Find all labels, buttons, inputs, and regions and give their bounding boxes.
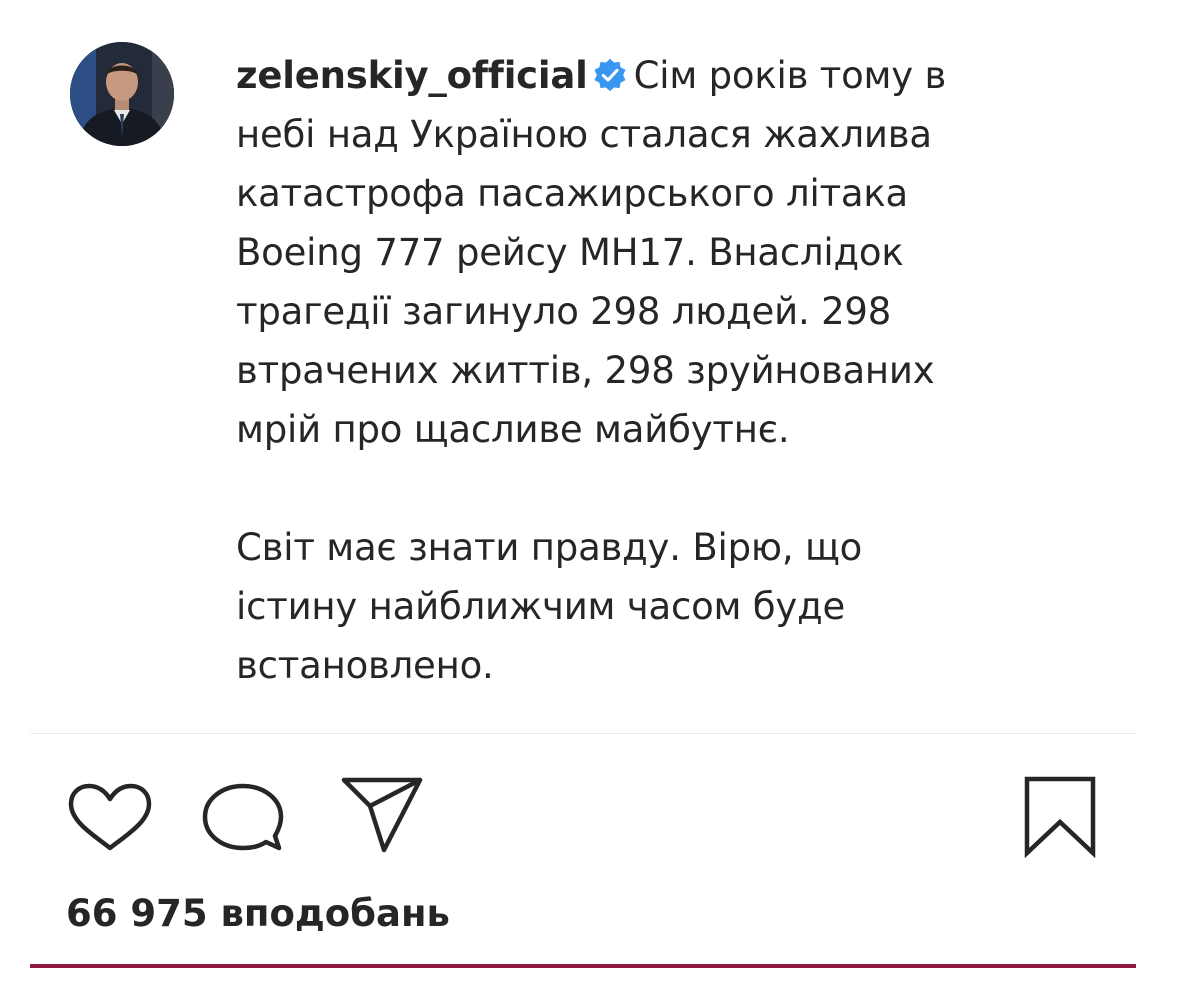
username-link[interactable]: zelenskiy_official — [236, 54, 588, 97]
like-button[interactable] — [65, 782, 155, 854]
caption-line: трагедії загинуло 298 людей. 298 — [236, 290, 892, 333]
divider — [30, 733, 1136, 734]
caption-line: Світ має знати правду. Вірю, що — [236, 526, 863, 569]
comment-bubble-icon — [202, 783, 284, 851]
caption-line: встановлено. — [236, 644, 494, 687]
likes-count[interactable]: 66 975 вподобань — [66, 892, 450, 935]
caption-line: істину найближчим часом буде — [236, 585, 846, 628]
verified-badge-icon — [594, 58, 626, 92]
caption-line: zelenskiy_official Сім років тому в — [236, 46, 1056, 105]
caption-line: втрачених життів, 298 зруйнованих — [236, 349, 935, 392]
caption-line: небі над Україною сталася жахлива — [236, 113, 932, 156]
caption-line: Boeing 777 рейсу МН17. Внаслідок — [236, 231, 904, 274]
avatar[interactable] — [70, 42, 174, 146]
share-button[interactable] — [340, 776, 424, 854]
avatar-photo — [70, 42, 174, 146]
accent-rule — [30, 964, 1136, 968]
heart-icon — [68, 783, 152, 851]
caption-line: катастрофа пасажирського літака — [236, 172, 909, 215]
caption-text: Сім років тому в — [633, 54, 947, 97]
comment-button[interactable] — [201, 782, 285, 856]
post-caption: zelenskiy_official Сім років тому в небі … — [236, 46, 1056, 695]
instagram-post: zelenskiy_official Сім років тому в небі … — [0, 0, 1200, 988]
paper-plane-icon — [341, 777, 423, 853]
save-button[interactable] — [1022, 774, 1098, 858]
bookmark-icon — [1024, 776, 1096, 858]
caption-line: мрій про щасливе майбутнє. — [236, 408, 790, 451]
